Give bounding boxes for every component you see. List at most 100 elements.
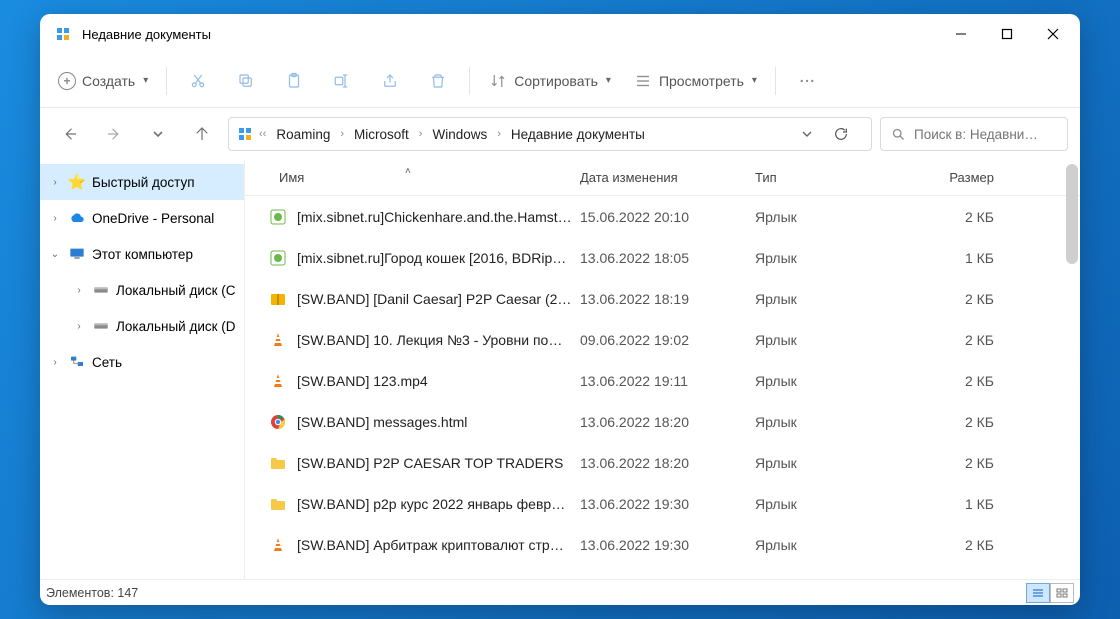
sidebar-item-onedrive[interactable]: › OneDrive - Personal [40, 200, 244, 236]
sort-button[interactable]: Сортировать ▾ [478, 62, 621, 100]
titlebar: Недавние документы [40, 14, 1080, 54]
file-icon [269, 372, 287, 390]
column-header-date[interactable]: Дата изменения [580, 170, 755, 185]
file-size: 2 КБ [900, 291, 1010, 307]
file-name: [SW.BAND] messages.html [297, 414, 467, 430]
sidebar-item-network[interactable]: › Сеть [40, 344, 244, 380]
close-button[interactable] [1030, 14, 1076, 54]
network-icon [68, 353, 86, 371]
sidebar: › ⭐ Быстрый доступ › OneDrive - Personal… [40, 160, 245, 579]
paste-button[interactable] [271, 62, 317, 100]
toolbar: + Создать ▾ Сортировать ▾ Просмотреть ▾ [40, 54, 1080, 108]
sidebar-item-label: Сеть [92, 355, 122, 370]
file-row[interactable]: [SW.BAND] [Danil Caesar] P2P Caesar (2…1… [245, 278, 1080, 319]
details-view-button[interactable] [1026, 583, 1050, 603]
sidebar-item-label: OneDrive - Personal [92, 211, 214, 226]
file-row[interactable]: [mix.sibnet.ru]Chickenhare.and.the.Hamst… [245, 196, 1080, 237]
file-date: 13.06.2022 19:30 [580, 496, 755, 512]
file-name: [SW.BAND] 10. Лекция №3 - Уровни по… [297, 332, 562, 348]
breadcrumb-dropdown[interactable] [801, 128, 827, 140]
chevron-right-icon: › [417, 128, 425, 140]
status-bar: Элементов: 147 [40, 579, 1080, 605]
file-row[interactable]: [SW.BAND] P2P CAESAR TOP TRADERS13.06.20… [245, 442, 1080, 483]
file-icon [269, 495, 287, 513]
breadcrumb-segment[interactable]: Roaming [272, 125, 334, 144]
column-header-type[interactable]: Тип [755, 170, 900, 185]
search-input[interactable] [914, 127, 1057, 142]
rename-button[interactable] [319, 62, 365, 100]
chevron-right-icon: › [72, 285, 86, 296]
refresh-button[interactable] [833, 126, 859, 142]
thumbnails-view-button[interactable] [1050, 583, 1074, 603]
minimize-button[interactable] [938, 14, 984, 54]
file-size: 1 КБ [900, 496, 1010, 512]
view-icon [633, 71, 653, 91]
file-type: Ярлык [755, 455, 900, 471]
chevron-right-icon: › [72, 321, 86, 332]
body: › ⭐ Быстрый доступ › OneDrive - Personal… [40, 160, 1080, 579]
file-size: 2 КБ [900, 537, 1010, 553]
share-icon [380, 71, 400, 91]
search-box[interactable] [880, 117, 1068, 151]
rename-icon [332, 71, 352, 91]
breadcrumb[interactable]: ‹‹ Roaming › Microsoft › Windows › Недав… [228, 117, 872, 151]
file-date: 09.06.2022 19:02 [580, 332, 755, 348]
maximize-button[interactable] [984, 14, 1030, 54]
file-size: 1 КБ [900, 250, 1010, 266]
back-button[interactable] [52, 116, 88, 152]
file-row[interactable]: [SW.BAND] 123.mp413.06.2022 19:11Ярлык2 … [245, 360, 1080, 401]
window: Недавние документы + Создать ▾ Сортирова… [40, 14, 1080, 605]
delete-button[interactable] [415, 62, 461, 100]
column-header-name[interactable]: ˄ Имя [245, 170, 580, 185]
forward-button[interactable] [96, 116, 132, 152]
cut-button[interactable] [175, 62, 221, 100]
view-button[interactable]: Просмотреть ▾ [623, 62, 767, 100]
sidebar-item-label: Этот компьютер [92, 247, 193, 262]
file-type: Ярлык [755, 209, 900, 225]
file-row[interactable]: [mix.sibnet.ru]Город кошек [2016, BDRip…… [245, 237, 1080, 278]
file-type: Ярлык [755, 250, 900, 266]
file-size: 2 КБ [900, 455, 1010, 471]
chevron-left-icon: ‹‹ [257, 128, 268, 140]
sidebar-item-this-pc[interactable]: ⌄ Этот компьютер [40, 236, 244, 272]
recent-locations-button[interactable] [140, 116, 176, 152]
chevron-right-icon: › [338, 128, 346, 140]
app-icon [54, 25, 72, 43]
breadcrumb-segment[interactable]: Microsoft [350, 125, 413, 144]
sort-label: Сортировать [514, 73, 598, 89]
file-row[interactable]: [SW.BAND] p2p курс 2022 январь февр…13.0… [245, 483, 1080, 524]
file-row[interactable]: [SW.BAND] Арбитраж криптовалют стр…13.06… [245, 524, 1080, 565]
file-row[interactable]: [SW.BAND] 10. Лекция №3 - Уровни по… 09.0… [245, 319, 1080, 360]
copy-button[interactable] [223, 62, 269, 100]
sidebar-item-drive-d[interactable]: › Локальный диск (D [40, 308, 244, 344]
plus-icon: + [58, 72, 76, 90]
file-name: [SW.BAND] 123.mp4 [297, 373, 428, 389]
file-type: Ярлык [755, 537, 900, 553]
scrollbar[interactable] [1066, 164, 1078, 264]
sidebar-item-label: Локальный диск (D [116, 319, 236, 334]
file-list: [mix.sibnet.ru]Chickenhare.and.the.Hamst… [245, 196, 1080, 579]
file-name: [mix.sibnet.ru]Город кошек [2016, BDRip… [297, 250, 566, 266]
file-row[interactable]: [SW.BAND] messages.html13.06.2022 18:20Я… [245, 401, 1080, 442]
chevron-down-icon: ⌄ [48, 249, 62, 260]
address-row: ‹‹ Roaming › Microsoft › Windows › Недав… [40, 108, 1080, 160]
column-header-size[interactable]: Размер [900, 170, 1010, 185]
file-size: 2 КБ [900, 373, 1010, 389]
new-button[interactable]: + Создать ▾ [48, 62, 158, 100]
more-button[interactable] [784, 62, 830, 100]
cloud-icon [68, 209, 86, 227]
sidebar-item-drive-c[interactable]: › Локальный диск (C [40, 272, 244, 308]
file-name: [mix.sibnet.ru]Chickenhare.and.the.Hamst… [297, 209, 572, 225]
breadcrumb-segment[interactable]: Windows [428, 125, 491, 144]
chevron-right-icon: › [495, 128, 503, 140]
file-size: 2 КБ [900, 209, 1010, 225]
sidebar-item-quick-access[interactable]: › ⭐ Быстрый доступ [40, 164, 244, 200]
up-button[interactable] [184, 116, 220, 152]
sort-indicator-icon: ˄ [405, 166, 411, 177]
sidebar-item-label: Локальный диск (C [116, 283, 236, 298]
chevron-right-icon: › [48, 177, 62, 188]
share-button[interactable] [367, 62, 413, 100]
computer-icon [68, 245, 86, 263]
chevron-right-icon: › [48, 357, 62, 368]
breadcrumb-segment[interactable]: Недавние документы [507, 125, 649, 144]
